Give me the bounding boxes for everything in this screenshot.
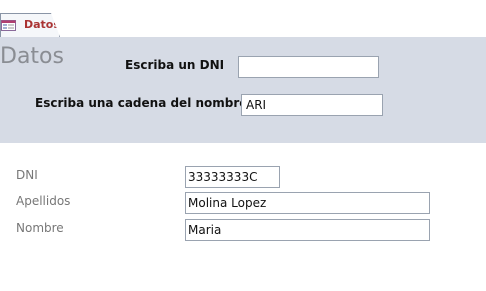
- name-search-label: Escriba una cadena del nombre: [35, 96, 248, 110]
- apellidos-field[interactable]: Molina Lopez: [185, 192, 430, 214]
- dni-field[interactable]: 33333333C: [185, 166, 280, 188]
- name-search-input[interactable]: ARI: [241, 94, 383, 116]
- tab-datos[interactable]: Datos: [0, 13, 60, 37]
- nombre-field[interactable]: Maria: [185, 219, 430, 241]
- apellidos-label: Apellidos: [16, 194, 71, 208]
- form-header: [0, 37, 486, 143]
- dni-search-input[interactable]: [238, 56, 379, 78]
- document-tab-strip: Datos: [0, 0, 486, 37]
- tab-label: Datos: [24, 18, 60, 31]
- form-icon: [1, 20, 16, 31]
- form-title: Datos: [0, 44, 64, 69]
- dni-label: DNI: [16, 168, 38, 182]
- nombre-label: Nombre: [16, 221, 64, 235]
- dni-search-label: Escriba un DNI: [125, 58, 225, 72]
